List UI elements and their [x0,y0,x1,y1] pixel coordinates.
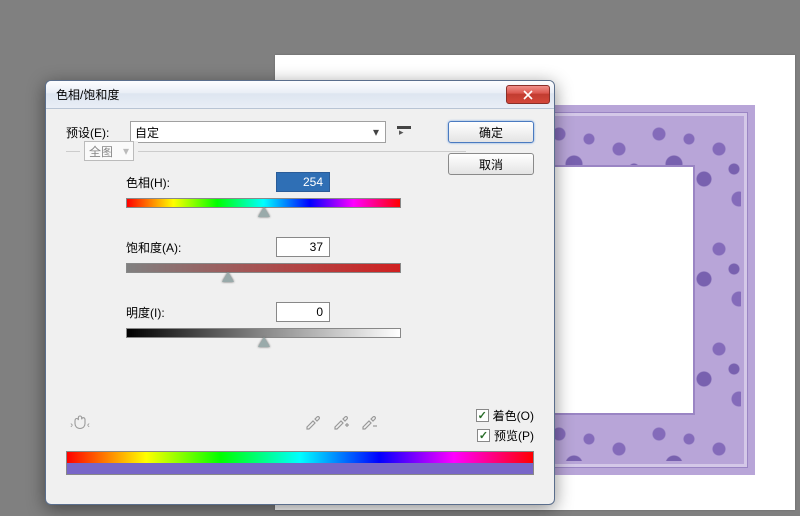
cancel-label: 取消 [479,156,503,173]
saturation-thumb[interactable] [222,272,234,282]
main-area: 全图 色相(H): 饱和度(A): [66,151,466,389]
preview-checkbox[interactable]: ✓ 预览(P) [477,427,534,444]
hue-slider[interactable] [126,198,401,208]
hue-block: 色相(H): [126,172,401,208]
preset-select[interactable]: 自定 [130,121,386,143]
tools-row [66,409,378,433]
close-button[interactable] [506,85,550,104]
saturation-slider[interactable] [126,263,401,273]
titlebar[interactable]: 色相/饱和度 [46,81,554,109]
channel-select[interactable]: 全图 [84,141,134,161]
saturation-input[interactable] [276,237,330,257]
cancel-button[interactable]: 取消 [448,153,534,175]
hue-thumb[interactable] [258,207,270,217]
preset-menu-icon[interactable] [394,124,414,140]
lightness-label: 明度(I): [126,304,276,321]
eyedropper-plus-icon[interactable] [332,412,350,430]
preview-label: 预览(P) [494,427,534,444]
hue-saturation-dialog: 色相/饱和度 预设(E): 自定 全图 [45,80,555,505]
lightness-thumb[interactable] [258,337,270,347]
channel-value: 全图 [89,143,113,160]
colorize-label: 着色(O) [493,407,534,424]
preset-value: 自定 [135,124,159,141]
saturation-block: 饱和度(A): [126,237,401,273]
dialog-body: 预设(E): 自定 全图 色相(H): [58,109,542,492]
colorize-checkbox[interactable]: ✓ 着色(O) [476,407,534,424]
close-icon [523,90,533,100]
ok-label: 确定 [479,124,503,141]
eyedropper-group [304,412,378,430]
lightness-slider[interactable] [126,328,401,338]
ok-button[interactable]: 确定 [448,121,534,143]
hand-scrubby-icon[interactable] [66,409,94,433]
hue-input[interactable] [276,172,330,192]
dialog-title: 色相/饱和度 [56,86,506,103]
channel-tab: 全图 [80,141,138,161]
dialog-buttons: 确定 取消 [448,121,534,175]
hue-label: 色相(H): [126,174,276,191]
lightness-input[interactable] [276,302,330,322]
eyedropper-minus-icon[interactable] [360,412,378,430]
preview-checkmark: ✓ [477,429,490,442]
saturation-label: 饱和度(A): [126,239,276,256]
colorize-checkmark: ✓ [476,409,489,422]
preset-label: 预设(E): [66,124,122,141]
spectrum-bar[interactable] [66,451,534,475]
lightness-block: 明度(I): [126,302,401,338]
eyedropper-icon[interactable] [304,412,322,430]
